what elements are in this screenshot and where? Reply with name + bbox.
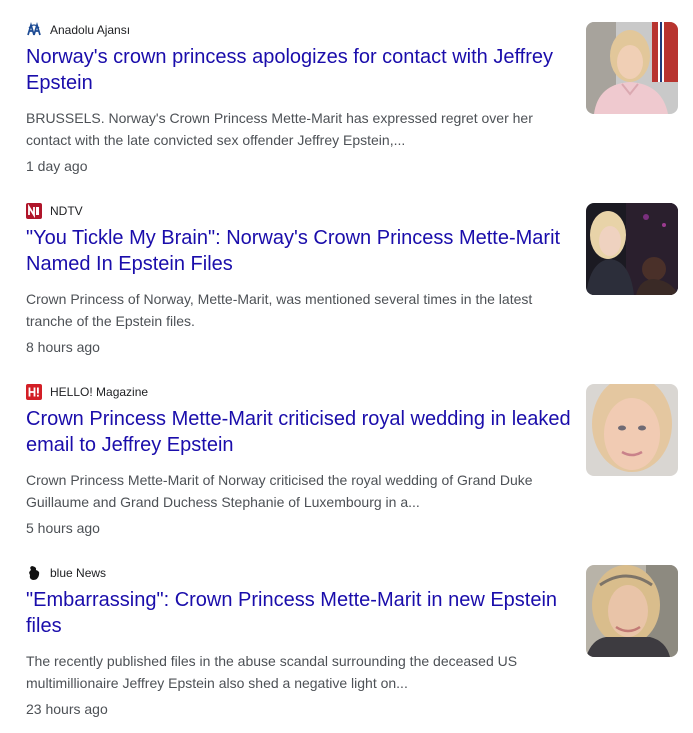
article-timestamp: 5 hours ago [26, 520, 100, 536]
article-snippet: The recently published files in the abus… [26, 653, 518, 691]
source-row: NDTV [26, 201, 83, 221]
article-headline-link[interactable]: "Embarrassing": Crown Princess Mette-Mar… [26, 587, 576, 639]
source-name: Anadolu Ajansı [50, 23, 131, 37]
article-headline-link[interactable]: "You Tickle My Brain": Norway's Crown Pr… [26, 225, 576, 277]
source-row: Anadolu Ajansı [26, 20, 130, 40]
article-thumbnail[interactable] [586, 203, 678, 295]
news-article-card[interactable]: HELLO! Magazine Crown Princess Mette-Mar… [26, 382, 678, 552]
article-timestamp: 23 hours ago [26, 701, 108, 717]
article-snippet: BRUSSELS. Norway's Crown Princess Mette-… [26, 110, 533, 148]
source-name: blue News [50, 566, 107, 580]
article-thumbnail[interactable] [586, 565, 678, 657]
news-article-card[interactable]: NDTV "You Tickle My Brain": Norway's Cro… [26, 201, 678, 371]
article-thumbnail[interactable] [586, 384, 678, 476]
news-results-list: Anadolu Ajansı Norway's crown princess a… [0, 0, 693, 720]
source-name: NDTV [50, 204, 83, 218]
article-thumbnail[interactable] [586, 22, 678, 114]
anadolu-logo-icon [26, 22, 42, 38]
news-article-card[interactable]: blue News "Embarrassing": Crown Princess… [26, 563, 678, 733]
article-snippet: Crown Princess of Norway, Mette-Marit, w… [26, 291, 533, 329]
source-row: HELLO! Magazine [26, 382, 148, 402]
source-name: HELLO! Magazine [50, 385, 149, 399]
article-timestamp: 1 day ago [26, 158, 88, 174]
article-headline-link[interactable]: Crown Princess Mette-Marit criticised ro… [26, 406, 576, 458]
article-headline-link[interactable]: Norway's crown princess apologizes for c… [26, 44, 576, 96]
ndtv-logo-icon [26, 203, 42, 219]
news-article-card[interactable]: Anadolu Ajansı Norway's crown princess a… [26, 20, 678, 190]
hello-magazine-logo-icon [26, 384, 42, 400]
source-row: blue News [26, 563, 106, 583]
article-snippet: Crown Princess Mette-Marit of Norway cri… [26, 472, 533, 510]
article-timestamp: 8 hours ago [26, 339, 100, 355]
blue-news-logo-icon [26, 565, 42, 581]
